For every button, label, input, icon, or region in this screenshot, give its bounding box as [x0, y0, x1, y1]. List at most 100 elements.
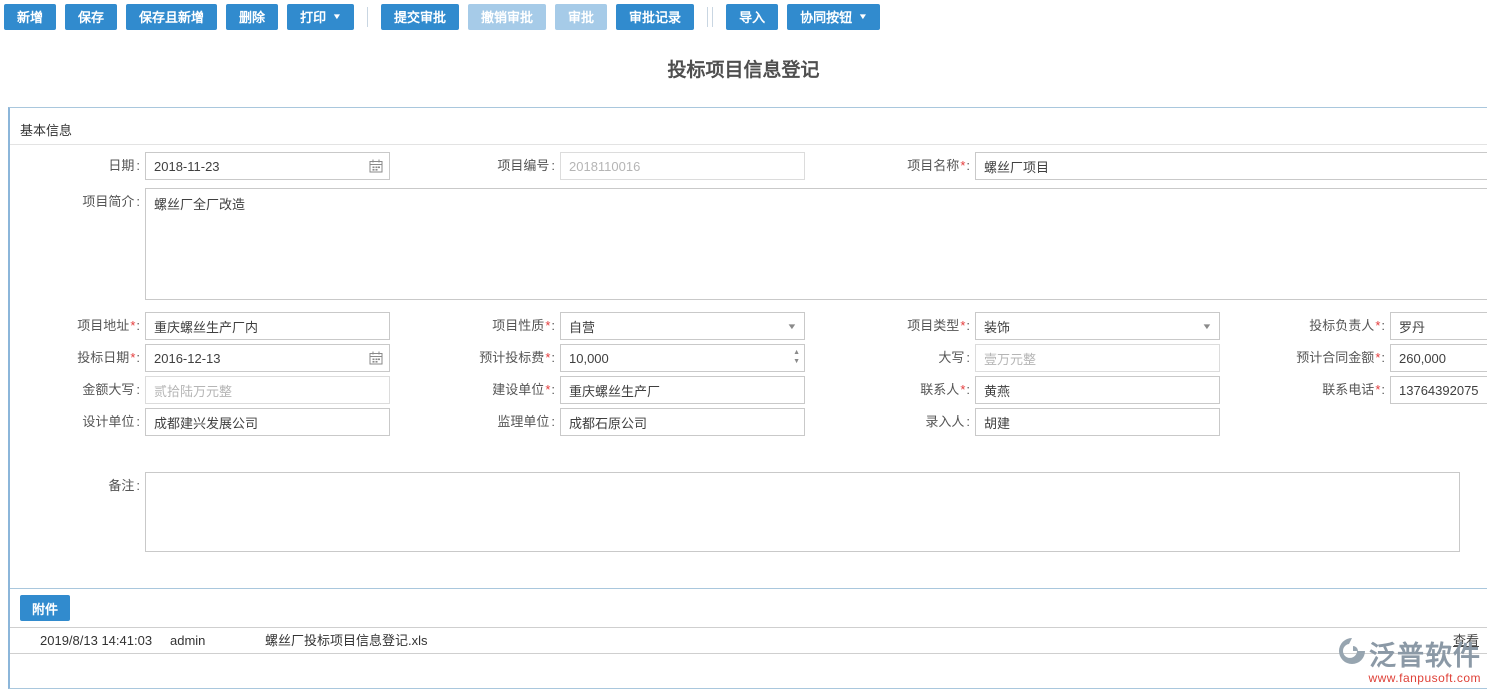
label-text: 录入人 — [925, 414, 964, 429]
design-unit-input[interactable] — [145, 408, 390, 436]
fee-caps-input — [975, 344, 1220, 372]
contract-amount-label: 预计合同金额*: — [1235, 344, 1385, 372]
colon: : — [136, 318, 140, 333]
entry-person-input[interactable] — [975, 408, 1220, 436]
attachment-user: admin — [170, 628, 205, 653]
colon: : — [551, 382, 555, 397]
remark-field — [145, 472, 1460, 552]
label-text: 联系人 — [920, 382, 959, 397]
select-arrow-icon: ▼ — [1201, 322, 1212, 331]
approve-button: 审批 — [555, 4, 607, 30]
attachment-button[interactable]: 附件 — [20, 595, 70, 621]
colon: : — [966, 158, 970, 173]
label-text: 项目地址 — [77, 318, 129, 333]
section-divider — [10, 144, 1487, 145]
fee-caps-field — [975, 344, 1220, 372]
select-value: 自营 — [569, 317, 595, 336]
contact-input[interactable] — [975, 376, 1220, 404]
approval-record-button[interactable]: 审批记录 — [616, 4, 694, 30]
colon: : — [136, 158, 140, 173]
required-mark: * — [545, 350, 550, 365]
button-label: 协同按钮 — [800, 7, 852, 26]
label-text: 备注 — [108, 478, 134, 493]
phone-input[interactable] — [1390, 376, 1487, 404]
delete-button[interactable]: 删除 — [226, 4, 278, 30]
label-text: 设计单位 — [82, 414, 134, 429]
build-unit-input[interactable] — [560, 376, 805, 404]
fanpusoft-watermark: 泛普软件 www.fanpusoft.com — [1337, 634, 1481, 685]
bid-leader-input[interactable] — [1390, 312, 1487, 340]
colon: : — [551, 414, 555, 429]
contract-amount-input[interactable] — [1390, 344, 1487, 372]
print-button[interactable]: 打印 ▼ — [287, 4, 354, 30]
import-button[interactable]: 导入 — [726, 4, 778, 30]
section-title: 基本信息 — [20, 120, 72, 139]
amount-caps-field — [145, 376, 390, 404]
calendar-icon[interactable] — [369, 159, 383, 178]
fee-caps-label: 大写: — [825, 344, 970, 372]
project-type-field: 装饰 ▼ — [975, 312, 1220, 340]
caret-down-icon: ▼ — [858, 13, 868, 21]
caret-down-icon: ▼ — [332, 13, 342, 21]
date-input[interactable] — [145, 152, 390, 180]
attachment-row: 2019/8/13 14:41:03 admin 螺丝厂投标项目信息登记.xls… — [10, 628, 1487, 653]
collaborate-button[interactable]: 协同按钮 ▼ — [787, 4, 880, 30]
save-button[interactable]: 保存 — [65, 4, 117, 30]
calendar-icon[interactable] — [369, 351, 383, 370]
bid-project-registration-page: 新增 保存 保存且新增 删除 打印 ▼ 提交审批 撤销审批 审批 审批记录 导入… — [0, 0, 1487, 689]
date-field — [145, 152, 390, 180]
colon: : — [966, 318, 970, 333]
project-intro-textarea[interactable]: 螺丝厂全厂改造 — [145, 188, 1487, 300]
spinner-up-icon[interactable]: ▲ — [793, 348, 800, 357]
colon: : — [966, 382, 970, 397]
project-nature-field: 自营 ▼ — [560, 312, 805, 340]
bid-fee-input[interactable] — [560, 344, 805, 372]
project-name-input[interactable] — [975, 152, 1487, 180]
required-mark: * — [1375, 382, 1380, 397]
supervise-unit-field — [560, 408, 805, 436]
spinner-down-icon[interactable]: ▼ — [793, 357, 800, 366]
required-mark: * — [960, 158, 965, 173]
submit-approval-button[interactable]: 提交审批 — [381, 4, 459, 30]
save-and-new-button[interactable]: 保存且新增 — [126, 4, 217, 30]
label-text: 金额大写 — [82, 382, 134, 397]
colon: : — [1381, 318, 1385, 333]
supervise-unit-input[interactable] — [560, 408, 805, 436]
label-text: 项目编号 — [497, 158, 549, 173]
label-text: 大写 — [938, 350, 964, 365]
required-mark: * — [1375, 318, 1380, 333]
required-mark: * — [960, 382, 965, 397]
colon: : — [1381, 350, 1385, 365]
number-spinner: ▲ ▼ — [793, 348, 800, 366]
label-text: 监理单位 — [497, 414, 549, 429]
build-unit-field — [560, 376, 805, 404]
remark-textarea[interactable] — [145, 472, 1460, 552]
amount-caps-label: 金额大写: — [10, 376, 140, 404]
watermark-url: www.fanpusoft.com — [1337, 671, 1481, 685]
label-text: 联系电话 — [1322, 382, 1374, 397]
colon: : — [1381, 382, 1385, 397]
project-name-field — [975, 152, 1487, 180]
phone-field — [1390, 376, 1487, 404]
project-no-field — [560, 152, 805, 180]
colon: : — [136, 478, 140, 493]
bid-fee-label: 预计投标费*: — [410, 344, 555, 372]
project-nature-select[interactable]: 自营 ▼ — [560, 312, 805, 340]
project-no-label: 项目编号: — [410, 152, 555, 180]
required-mark: * — [545, 382, 550, 397]
project-type-select[interactable]: 装饰 ▼ — [975, 312, 1220, 340]
bid-date-input[interactable] — [145, 344, 390, 372]
entry-person-label: 录入人: — [825, 408, 970, 436]
project-address-input[interactable] — [145, 312, 390, 340]
entry-person-field — [975, 408, 1220, 436]
label-text: 预计合同金额 — [1296, 350, 1374, 365]
label-text: 日期 — [108, 158, 134, 173]
button-label: 打印 — [300, 7, 326, 26]
bid-date-label: 投标日期*: — [10, 344, 140, 372]
date-label: 日期: — [10, 152, 140, 180]
colon: : — [136, 382, 140, 397]
colon: : — [551, 158, 555, 173]
design-unit-field — [145, 408, 390, 436]
new-button[interactable]: 新增 — [4, 4, 56, 30]
page-title: 投标项目信息登记 — [0, 33, 1487, 107]
